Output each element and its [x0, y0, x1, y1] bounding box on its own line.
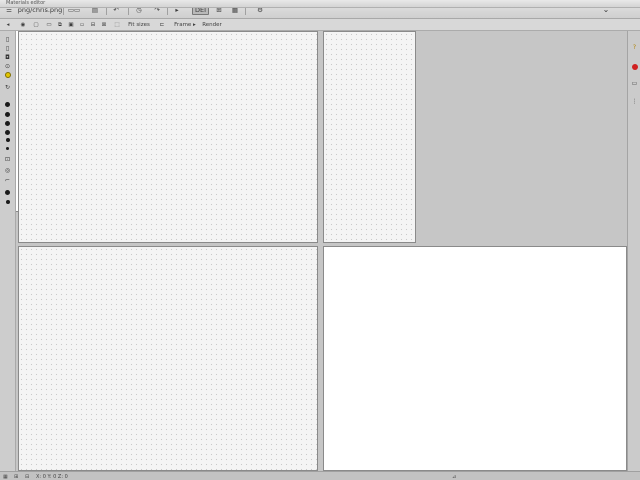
light-icon[interactable] — [3, 72, 12, 78]
resize-icon[interactable]: ⊿ — [452, 473, 456, 480]
copy-icon[interactable]: ⧉ — [56, 21, 64, 29]
cube-icon[interactable]: ⬚ — [111, 21, 123, 29]
orbit-icon[interactable]: ↻ — [3, 84, 12, 91]
object-icon[interactable] — [3, 111, 12, 117]
status-bar: ▦ ⊞ ⊟ X: 0 Y: 0 Z: 0 ⊿ — [0, 471, 640, 480]
lock-tool-icon[interactable]: ⊡ — [3, 156, 12, 163]
align-icon[interactable]: ⊟ — [89, 21, 97, 29]
pointer-icon[interactable]: ◂ — [4, 21, 12, 29]
secondary-toolbar: ◂ ◉ ▢ ▭ ⧉ ▣ ▫ ⊟ ⊠ ⬚ Fit sizes ⊏ Frame ▸ … — [0, 19, 640, 31]
rotate-icon[interactable]: ⊙ — [3, 63, 12, 70]
view-icon[interactable]: ◉ — [18, 21, 28, 29]
texture-icon[interactable] — [3, 199, 12, 205]
paste-icon[interactable]: ▣ — [67, 21, 75, 29]
frame-select[interactable]: Frame ▸ — [170, 21, 200, 29]
viewport-bottom-right[interactable] — [323, 246, 627, 471]
render-select[interactable]: Render — [202, 21, 222, 29]
sphere-icon[interactable] — [3, 101, 12, 107]
ortho-toggle-icon[interactable]: ⊟ — [25, 473, 29, 480]
torus-icon[interactable] — [3, 120, 12, 126]
tool-strip: ▯ ▯ ◘ ⊙ ↻ ⊡ ◎ ⌐ — [0, 31, 16, 471]
options-icon[interactable]: ⋮ — [630, 97, 639, 105]
viewport-top-right[interactable] — [323, 31, 416, 243]
move-icon[interactable]: ▯ — [3, 45, 12, 52]
eye-icon[interactable]: ◎ — [3, 167, 12, 174]
select-icon[interactable]: ▯ — [3, 36, 12, 43]
viewport-bottom-left[interactable] — [18, 246, 318, 471]
help-icon[interactable]: ? — [630, 43, 639, 51]
material-icon[interactable] — [3, 189, 12, 195]
grid-toggle-icon[interactable]: ▦ — [3, 473, 8, 480]
mesh-icon[interactable] — [3, 129, 12, 135]
pin-icon[interactable] — [3, 145, 12, 151]
snap-toggle-icon[interactable]: ⊞ — [14, 473, 18, 480]
frame-icon[interactable]: ⊏ — [158, 21, 166, 29]
coords-readout: X: 0 Y: 0 Z: 0 — [36, 473, 68, 480]
brush-icon[interactable]: ⌐ — [3, 177, 12, 184]
scroll-icon[interactable]: ▭ — [630, 79, 639, 87]
zoom-select[interactable]: Fit sizes — [126, 21, 152, 29]
paint-icon[interactable] — [3, 137, 12, 143]
stop-icon[interactable] — [630, 63, 639, 71]
camera-icon[interactable]: ◘ — [3, 54, 12, 61]
viewport-top-left[interactable] — [18, 31, 318, 243]
snap-icon[interactable]: ▭ — [44, 21, 54, 29]
mirror-icon[interactable]: ⊠ — [100, 21, 108, 29]
lock-icon[interactable]: ▫ — [78, 21, 86, 29]
panel-title: Materials editor — [0, 0, 640, 8]
right-tool-strip: ? ▭ ⋮ — [627, 31, 640, 471]
grid-icon[interactable]: ▢ — [31, 21, 41, 29]
